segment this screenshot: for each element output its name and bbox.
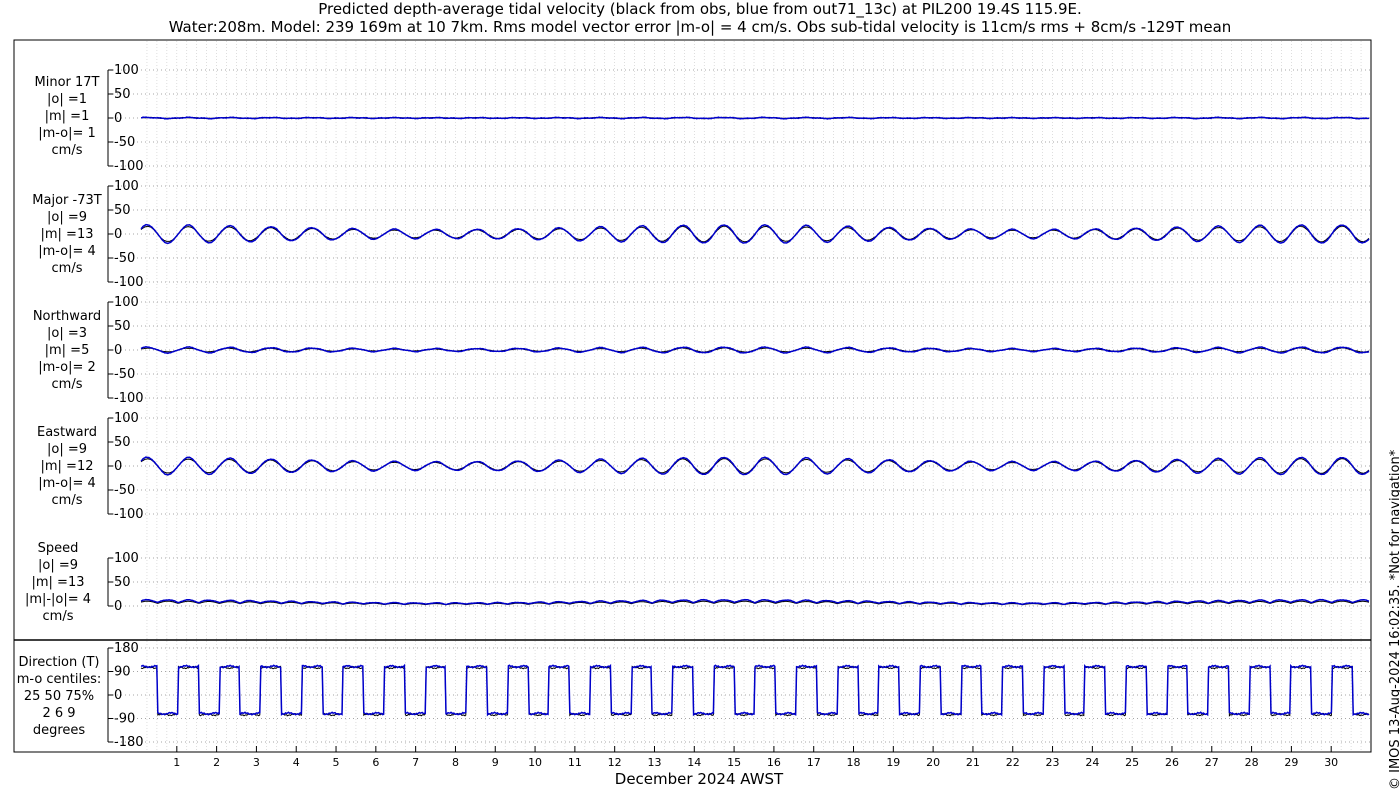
chart-title-line-2: Water:208m. Model: 239 169m at 10 7km. R… — [168, 18, 1232, 36]
major-y-tick-label: -100 — [114, 275, 144, 290]
x-tick-label-4: 4 — [293, 756, 300, 769]
x-tick-label-17: 17 — [807, 756, 821, 769]
major-label-line: |m| =13 — [40, 227, 94, 242]
tidal-velocity-figure: 1 2 3 4 5 6 7 8 9 10 11 12 13 14 15 16 17 18 19 20 21 22 23 24 2… — [13, 39, 1372, 788]
direction-panel-label: Direction (T) m-o centiles: 25 50 75% 2 6 9… — [0, 654, 119, 739]
axis-tick-labels: 1 2 3 4 5 6 7 8 9 10 11 12 13 14 15 16 17 18 19 20 21 22 23 24 2… — [114, 63, 1338, 788]
eastward-label-line: |m-o|= 4 — [38, 476, 96, 491]
northward-label-line: cm/s — [51, 377, 83, 392]
minor-y-tick-label: -100 — [114, 159, 144, 174]
minor-panel-label: Minor 17T |o| =1 |m| =1 |m-o|= 1 cm/s — [7, 74, 127, 159]
eastward-panel-label: Eastward |o| =9 |m| =12 |m-o|= 4 cm/s — [7, 424, 127, 509]
plot-frame — [13, 39, 1372, 753]
speed-label-line: |o| =9 — [37, 558, 78, 573]
major-label-line: Major -73T — [32, 193, 102, 208]
northward-label-line: |o| =3 — [46, 326, 87, 341]
eastward-label-line: |m| =12 — [40, 459, 94, 474]
x-tick-label-20: 20 — [926, 756, 940, 769]
x-tick-label-27: 27 — [1205, 756, 1219, 769]
speed-label-line: Speed — [37, 541, 79, 556]
minor-label-line: |m-o|= 1 — [38, 126, 96, 141]
x-tick-label-29: 29 — [1284, 756, 1298, 769]
northward-label-line: |m| =5 — [44, 343, 90, 358]
x-tick-label-6: 6 — [372, 756, 379, 769]
chart-title-line-1: Predicted depth-average tidal velocity (… — [318, 0, 1082, 18]
x-tick-label-26: 26 — [1165, 756, 1179, 769]
x-tick-label-12: 12 — [608, 756, 622, 769]
northward-y-tick-label: -100 — [114, 391, 144, 406]
x-tick-label-15: 15 — [727, 756, 741, 769]
eastward-label-line: cm/s — [51, 493, 83, 508]
x-tick-label-25: 25 — [1125, 756, 1139, 769]
copyright-notice: © IMOS 13-Aug-2024 16:02:35. *Not for na… — [1388, 449, 1400, 790]
direction-label-line: 2 6 9 — [42, 706, 76, 721]
speed-panel-label: Speed |o| =9 |m| =13 |m|-|o|= 4 cm/s — [0, 540, 118, 625]
northward-label-line: Northward — [32, 309, 102, 324]
eastward-label-line: Eastward — [36, 425, 98, 440]
direction-label-line: 25 50 75% — [23, 689, 95, 704]
x-tick-label-23: 23 — [1046, 756, 1060, 769]
minor-label-line: cm/s — [51, 143, 83, 158]
eastward-y-tick-label: -100 — [114, 507, 144, 522]
speed-label-line: |m| =13 — [31, 575, 85, 590]
major-label-line: |m-o|= 4 — [38, 244, 96, 259]
northward-panel-label: Northward |o| =3 |m| =5 |m-o|= 2 cm/s — [7, 308, 127, 393]
x-tick-label-28: 28 — [1245, 756, 1259, 769]
x-tick-label-22: 22 — [1006, 756, 1020, 769]
axis-ticks — [107, 69, 1332, 752]
grid-lines — [113, 41, 1371, 751]
minor-label-line: Minor 17T — [34, 75, 100, 90]
x-tick-label-9: 9 — [492, 756, 499, 769]
figure-frame — [13, 39, 1372, 753]
direction-label-line: degrees — [32, 723, 86, 738]
x-tick-label-1: 1 — [173, 756, 180, 769]
x-tick-label-18: 18 — [847, 756, 861, 769]
major-panel-label: Major -73T |o| =9 |m| =13 |m-o|= 4 cm/s — [7, 192, 127, 277]
x-tick-label-21: 21 — [966, 756, 980, 769]
direction-model-line — [140, 663, 1370, 717]
x-tick-label-8: 8 — [452, 756, 459, 769]
x-tick-label-19: 19 — [886, 756, 900, 769]
series-lines — [140, 116, 1370, 717]
x-tick-label-2: 2 — [213, 756, 220, 769]
x-tick-label-7: 7 — [412, 756, 419, 769]
major-label-line: cm/s — [51, 261, 83, 276]
eastward-label-line: |o| =9 — [46, 442, 87, 457]
x-axis-label: December 2024 AWST — [615, 770, 784, 788]
x-tick-label-10: 10 — [528, 756, 542, 769]
x-tick-label-14: 14 — [687, 756, 701, 769]
x-tick-label-5: 5 — [333, 756, 340, 769]
direction-label-line: Direction (T) — [18, 655, 100, 670]
x-tick-label-11: 11 — [568, 756, 582, 769]
major-label-line: |o| =9 — [46, 210, 87, 225]
x-tick-label-24: 24 — [1085, 756, 1099, 769]
x-tick-label-30: 30 — [1324, 756, 1338, 769]
minor-label-line: |o| =1 — [46, 92, 87, 107]
x-tick-label-16: 16 — [767, 756, 781, 769]
minor-label-line: |m| =1 — [44, 109, 90, 124]
speed-label-line: |m|-|o|= 4 — [24, 592, 92, 607]
speed-label-line: cm/s — [42, 609, 74, 624]
x-tick-label-13: 13 — [647, 756, 661, 769]
x-tick-label-3: 3 — [253, 756, 260, 769]
northward-label-line: |m-o|= 2 — [38, 360, 96, 375]
direction-label-line: m-o centiles: — [16, 672, 102, 687]
